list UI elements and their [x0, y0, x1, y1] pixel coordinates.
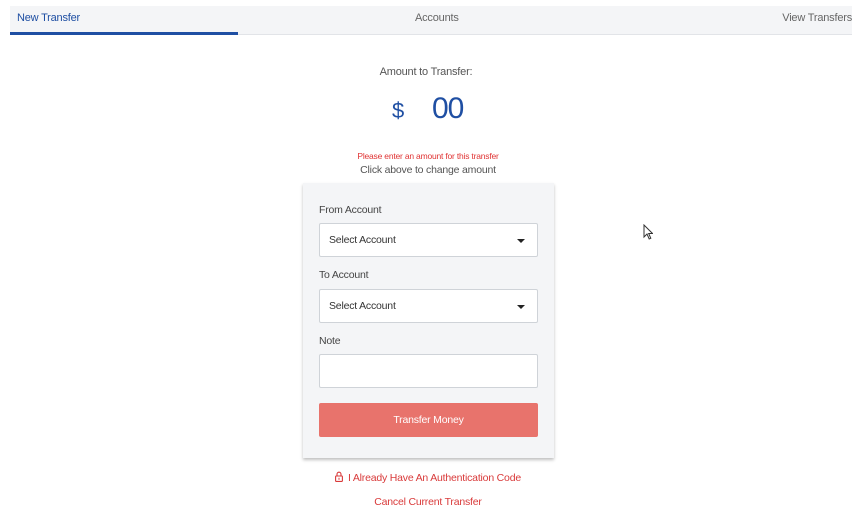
cancel-transfer-link[interactable]: Cancel Current Transfer — [0, 496, 852, 507]
to-account-value: Select Account — [329, 300, 396, 312]
auth-code-link-label: I Already Have An Authentication Code — [348, 472, 521, 484]
from-account-value: Select Account — [329, 234, 396, 246]
caret-down-icon — [517, 239, 525, 243]
tab-view-transfers[interactable]: View Transfers — [782, 6, 852, 35]
mouse-pointer-icon — [643, 223, 654, 245]
tab-new-transfer-label: New Transfer — [17, 12, 81, 24]
from-account-select[interactable]: Select Account — [319, 223, 538, 257]
lock-icon — [335, 471, 343, 482]
currency-symbol: $ — [392, 98, 405, 123]
tab-bar: New Transfer Accounts View Transfers — [10, 6, 852, 35]
auth-code-link[interactable]: I Already Have An Authentication Code — [0, 471, 852, 484]
amount-value[interactable]: 00 — [432, 92, 464, 126]
tab-view-transfers-label: View Transfers — [782, 12, 852, 24]
tab-new-transfer[interactable]: New Transfer — [17, 6, 80, 35]
amount-error-message: Please enter an amount for this transfer — [357, 151, 499, 161]
note-label: Note — [319, 335, 341, 347]
to-account-label: To Account — [319, 269, 369, 281]
amount-hint: Click above to change amount — [360, 164, 496, 176]
amount-display[interactable]: $ 00 — [380, 92, 480, 128]
transfer-form-card: From Account Select Account To Account S… — [303, 183, 554, 458]
note-input[interactable] — [319, 354, 538, 388]
caret-down-icon — [517, 305, 525, 309]
tab-accounts[interactable]: Accounts — [415, 6, 459, 35]
from-account-label: From Account — [319, 204, 382, 216]
tab-accounts-label: Accounts — [415, 12, 459, 24]
active-tab-indicator — [10, 32, 238, 35]
transfer-money-button[interactable]: Transfer Money — [319, 403, 538, 437]
amount-label: Amount to Transfer: — [379, 66, 473, 78]
to-account-select[interactable]: Select Account — [319, 289, 538, 323]
